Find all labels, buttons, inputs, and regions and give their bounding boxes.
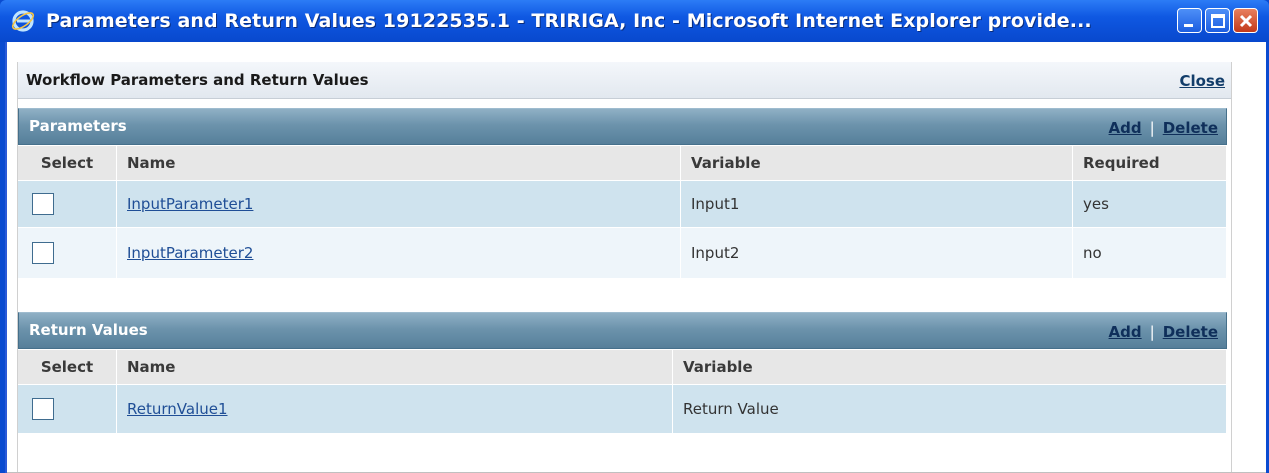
- parameter-name-link[interactable]: InputParameter1: [127, 195, 253, 213]
- table-row: InputParameter2 Input2 no: [18, 227, 1227, 279]
- window-title: Parameters and Return Values 19122535.1 …: [46, 10, 1092, 32]
- parameters-add-link[interactable]: Add: [1109, 119, 1142, 137]
- table-header-row: Select Name Variable Required: [18, 146, 1227, 181]
- maximize-button[interactable]: [1205, 8, 1230, 33]
- column-header-variable: Variable: [680, 146, 1073, 181]
- minimize-button[interactable]: [1177, 8, 1202, 33]
- column-header-select: Select: [18, 350, 117, 385]
- return-values-actions: Add | Delete: [1109, 313, 1218, 351]
- variable-cell: Input1: [680, 180, 1073, 228]
- parameters-section-header: Parameters Add | Delete: [18, 108, 1227, 145]
- select-cell: [18, 227, 117, 279]
- column-header-select: Select: [18, 146, 117, 181]
- name-cell: ReturnValue1: [116, 384, 673, 434]
- title-bar[interactable]: Parameters and Return Values 19122535.1 …: [0, 0, 1269, 42]
- dialog-header: Workflow Parameters and Return Values Cl…: [18, 62, 1231, 99]
- parameters-actions: Add | Delete: [1109, 109, 1218, 147]
- parameter-name-link[interactable]: InputParameter2: [127, 244, 253, 262]
- parameters-section-title: Parameters: [29, 117, 127, 135]
- browser-window: Parameters and Return Values 19122535.1 …: [0, 0, 1269, 473]
- return-values-section-title: Return Values: [29, 321, 148, 339]
- column-header-name: Name: [116, 350, 673, 385]
- variable-cell: Input2: [680, 227, 1073, 279]
- action-separator: |: [1149, 323, 1155, 341]
- action-separator: |: [1149, 119, 1155, 137]
- return-value-name-link[interactable]: ReturnValue1: [127, 400, 228, 418]
- close-window-button[interactable]: [1233, 8, 1258, 33]
- row-select-checkbox[interactable]: [32, 193, 54, 215]
- select-cell: [18, 180, 117, 228]
- table-header-row: Select Name Variable: [18, 350, 1227, 385]
- name-cell: InputParameter1: [116, 180, 681, 228]
- dialog-title: Workflow Parameters and Return Values: [26, 71, 369, 89]
- column-header-variable: Variable: [672, 350, 1227, 385]
- column-header-required: Required: [1072, 146, 1227, 181]
- required-cell: no: [1072, 227, 1227, 279]
- parameters-delete-link[interactable]: Delete: [1163, 119, 1218, 137]
- maximize-icon: [1211, 14, 1225, 28]
- name-cell: InputParameter2: [116, 227, 681, 279]
- internet-explorer-icon: [11, 10, 35, 32]
- return-values-add-link[interactable]: Add: [1109, 323, 1142, 341]
- row-select-checkbox[interactable]: [32, 398, 54, 420]
- close-link[interactable]: Close: [1179, 62, 1225, 100]
- close-icon: [1239, 14, 1253, 28]
- return-values-delete-link[interactable]: Delete: [1163, 323, 1218, 341]
- variable-cell: Return Value: [672, 384, 1227, 434]
- row-select-checkbox[interactable]: [32, 242, 54, 264]
- column-header-name: Name: [116, 146, 681, 181]
- minimize-icon: [1184, 24, 1193, 27]
- return-values-section-header: Return Values Add | Delete: [18, 312, 1227, 349]
- table-row: InputParameter1 Input1 yes: [18, 180, 1227, 228]
- browser-content: Workflow Parameters and Return Values Cl…: [5, 42, 1266, 473]
- parameters-table: Select Name Variable Required InputParam…: [18, 146, 1227, 279]
- workflow-dialog: Workflow Parameters and Return Values Cl…: [17, 62, 1232, 472]
- required-cell: yes: [1072, 180, 1227, 228]
- table-row: ReturnValue1 Return Value: [18, 384, 1227, 434]
- select-cell: [18, 384, 117, 434]
- return-values-table: Select Name Variable ReturnValue1 Return…: [18, 350, 1227, 434]
